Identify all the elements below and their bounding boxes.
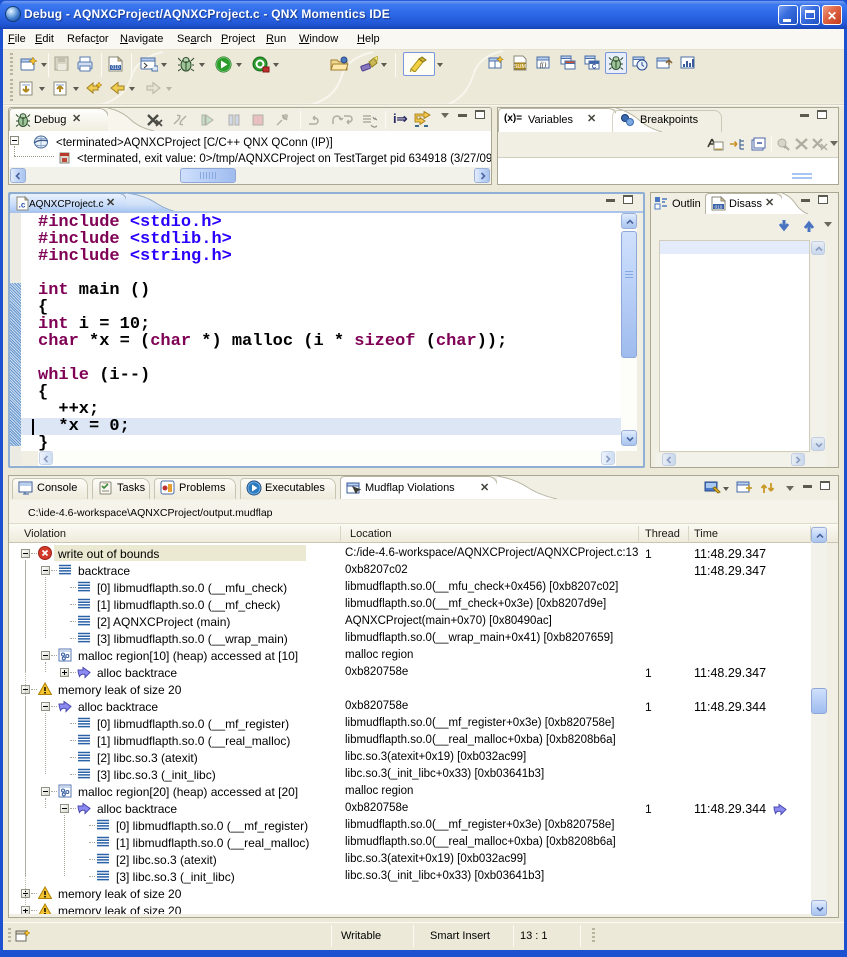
svg-text:C: C — [592, 65, 597, 71]
svg-text:010: 010 — [111, 65, 120, 71]
svg-text:010: 010 — [715, 204, 723, 209]
svg-text:.c: .c — [19, 201, 26, 210]
svg-text:SUM: SUM — [514, 64, 527, 70]
svg-text:f(): f() — [540, 61, 547, 69]
